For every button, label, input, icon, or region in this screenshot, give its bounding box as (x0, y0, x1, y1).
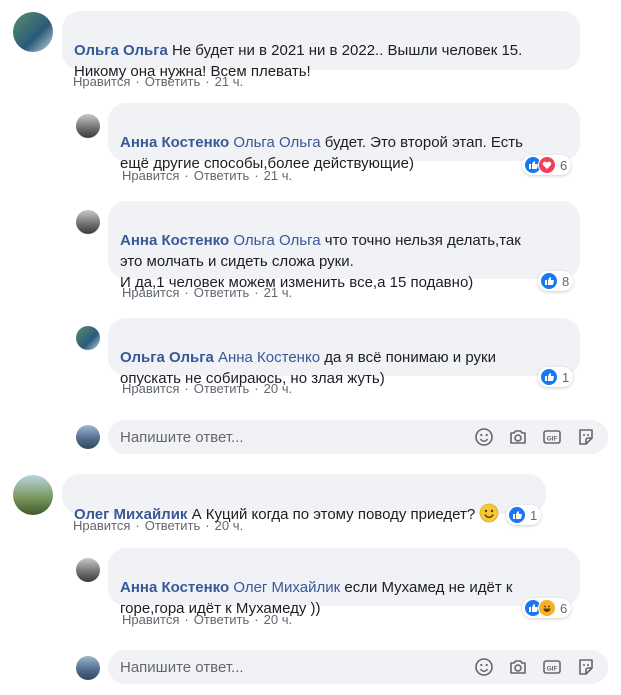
reaction-summary[interactable]: 1 (506, 505, 542, 525)
reply-link[interactable]: Ответить (194, 168, 250, 183)
reaction-count: 6 (560, 600, 568, 616)
comment-actions: Нравится · Ответить · 21 ч. (73, 74, 244, 89)
smiley-emoji-icon (479, 503, 499, 523)
comment-author[interactable]: Анна Костенко (120, 579, 229, 596)
avatar[interactable] (76, 558, 100, 582)
comment-mention[interactable]: Ольга Ольга (233, 232, 320, 249)
reply-placeholder: Напишите ответ... (120, 428, 244, 446)
comment-time[interactable]: 21 ч. (215, 74, 243, 89)
reply-link[interactable]: Ответить (194, 285, 250, 300)
comment-time[interactable]: 21 ч. (264, 168, 292, 183)
reply-link[interactable]: Ответить (145, 74, 201, 89)
comment-actions: Нравится · Ответить · 20 ч. (73, 518, 244, 533)
comment-author[interactable]: Анна Костенко (120, 232, 229, 249)
reply-input[interactable]: Напишите ответ... GIF (108, 650, 608, 684)
sticker-icon[interactable] (576, 657, 596, 677)
avatar[interactable] (76, 210, 100, 234)
reply-link[interactable]: Ответить (194, 381, 250, 396)
avatar (76, 425, 100, 449)
gif-icon[interactable]: GIF (542, 427, 562, 447)
comment-actions: Нравится · Ответить · 20 ч. (122, 612, 293, 627)
avatar[interactable] (76, 326, 100, 350)
reply-link[interactable]: Ответить (145, 518, 201, 533)
comment-author[interactable]: Ольга Ольга (120, 349, 214, 366)
avatar (76, 656, 100, 680)
reply-placeholder: Напишите ответ... (120, 658, 244, 676)
like-link[interactable]: Нравится (122, 285, 179, 300)
comment-bubble: Ольга Ольга Анна Костенко да я всё поним… (108, 318, 580, 387)
like-reaction-icon (508, 506, 526, 524)
like-reaction-icon (540, 272, 558, 290)
comment-time[interactable]: 21 ч. (264, 285, 292, 300)
reaction-summary[interactable]: 1 (538, 367, 574, 387)
comment-bubble: Анна Костенко Ольга Ольга что точно нель… (108, 201, 580, 291)
comment-time[interactable]: 20 ч. (215, 518, 243, 533)
comment-author[interactable]: Анна Костенко (120, 134, 229, 151)
comment-bubble: Олег Михайлик А Куций когда по этому пов… (62, 474, 546, 523)
reply-link[interactable]: Ответить (194, 612, 250, 627)
comment-actions: Нравится · Ответить · 21 ч. (122, 168, 293, 183)
avatar[interactable] (13, 12, 53, 52)
reaction-count: 1 (562, 369, 570, 385)
comment-mention[interactable]: Ольга Ольга (233, 134, 320, 151)
comment-actions: Нравится · Ответить · 20 ч. (122, 381, 293, 396)
camera-icon[interactable] (508, 427, 528, 447)
like-link[interactable]: Нравится (122, 612, 179, 627)
love-reaction-icon (538, 156, 556, 174)
reaction-count: 6 (560, 157, 568, 173)
comment-author[interactable]: Ольга Ольга (74, 42, 168, 59)
reaction-count: 1 (530, 507, 538, 523)
comment-bubble: Анна Костенко Олег Михайлик если Мухамед… (108, 548, 580, 617)
comment-mention[interactable]: Олег Михайлик (233, 579, 340, 596)
svg-text:GIF: GIF (547, 665, 558, 672)
comment-mention[interactable]: Анна Костенко (218, 349, 320, 366)
comment-time[interactable]: 20 ч. (264, 612, 292, 627)
emoji-icon[interactable] (474, 657, 494, 677)
gif-icon[interactable]: GIF (542, 657, 562, 677)
comment-actions: Нравится · Ответить · 21 ч. (122, 285, 293, 300)
like-link[interactable]: Нравится (122, 381, 179, 396)
reaction-summary[interactable]: 6 (522, 155, 572, 175)
like-link[interactable]: Нравится (73, 518, 130, 533)
like-link[interactable]: Нравится (73, 74, 130, 89)
comment-time[interactable]: 20 ч. (264, 381, 292, 396)
reply-input[interactable]: Напишите ответ... GIF (108, 420, 608, 454)
like-reaction-icon (540, 368, 558, 386)
comment-bubble: Анна Костенко Ольга Ольга будет. Это вто… (108, 103, 580, 172)
comment-bubble: Ольга Ольга Не будет ни в 2021 ни в 2022… (62, 11, 580, 80)
haha-reaction-icon (538, 599, 556, 617)
sticker-icon[interactable] (576, 427, 596, 447)
reaction-count: 8 (562, 273, 570, 289)
camera-icon[interactable] (508, 657, 528, 677)
reaction-summary[interactable]: 8 (538, 271, 574, 291)
reaction-summary[interactable]: 6 (522, 598, 572, 618)
emoji-icon[interactable] (474, 427, 494, 447)
like-link[interactable]: Нравится (122, 168, 179, 183)
avatar[interactable] (76, 114, 100, 138)
svg-text:GIF: GIF (547, 435, 558, 442)
avatar[interactable] (13, 475, 53, 515)
